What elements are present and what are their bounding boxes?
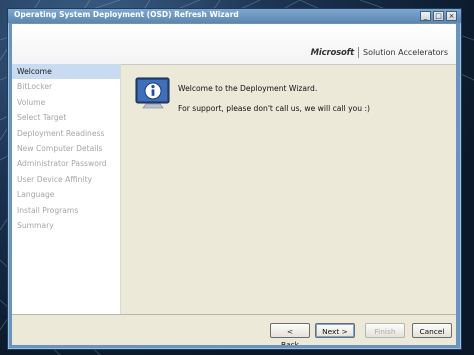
sidebar-item-deployment-readiness: Deployment Readiness (17, 128, 105, 138)
title-bar[interactable]: Operating System Deployment (OSD) Refres… (8, 9, 461, 23)
wizard-steps-sidebar: Welcome BitLocker Volume Select Target D… (12, 64, 121, 314)
wizard-footer: < Back Next > Finish Cancel (12, 314, 456, 345)
minimize-button[interactable]: _ (420, 11, 431, 21)
sidebar-item-select-target: Select Target (17, 113, 67, 123)
sidebar-item-install-programs: Install Programs (17, 205, 79, 215)
sidebar-item-new-computer-details: New Computer Details (17, 143, 103, 153)
sidebar-item-welcome[interactable]: Welcome (12, 64, 120, 80)
finish-button: Finish (365, 323, 405, 338)
wizard-content-pane: Welcome to the Deployment Wizard. For su… (121, 64, 456, 314)
sidebar-item-bitlocker: BitLocker (17, 82, 53, 92)
header-banner: Microsoft Solution Accelerators (12, 24, 456, 65)
close-button[interactable]: × (446, 11, 457, 21)
window-title: Operating System Deployment (OSD) Refres… (14, 10, 239, 19)
cancel-button[interactable]: Cancel (412, 323, 452, 338)
sidebar-item-summary: Summary (17, 220, 54, 230)
maximize-button[interactable]: □ (433, 11, 444, 21)
sidebar-item-language: Language (17, 190, 55, 200)
microsoft-logo-text: Microsoft (310, 47, 355, 58)
sidebar-item-administrator-password: Administrator Password (17, 159, 107, 169)
window-controls: _ □ × (420, 11, 457, 21)
support-text: For support, please don't call us, we wi… (178, 104, 370, 113)
brand-divider (357, 47, 359, 58)
wizard-window: Operating System Deployment (OSD) Refres… (7, 8, 462, 350)
brand-product-text: Solution Accelerators (362, 48, 448, 57)
info-monitor-icon (135, 77, 170, 109)
wizard-client-area: Microsoft Solution Accelerators Welcome … (12, 24, 456, 345)
sidebar-item-volume: Volume (17, 97, 46, 107)
welcome-text: Welcome to the Deployment Wizard. (178, 84, 318, 93)
brand-logo: Microsoft Solution Accelerators (311, 47, 448, 58)
sidebar-item-user-device-affinity: User Device Affinity (17, 174, 93, 184)
back-button[interactable]: < Back (270, 323, 310, 345)
next-button[interactable]: Next > (315, 323, 355, 338)
